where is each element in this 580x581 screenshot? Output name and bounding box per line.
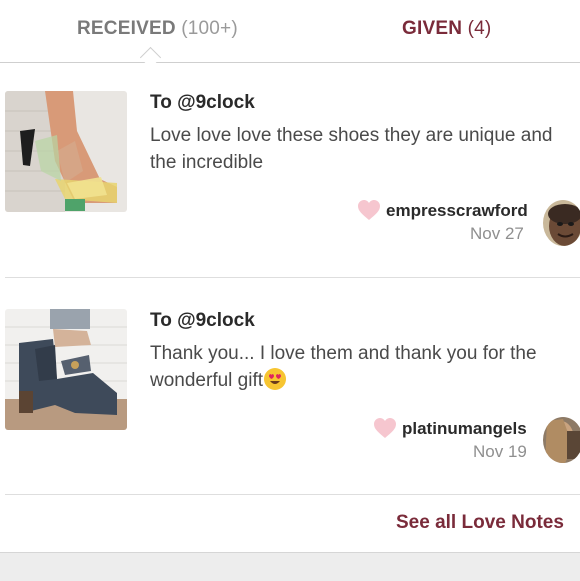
heart-icon bbox=[374, 418, 396, 438]
note-date: Nov 19 bbox=[473, 442, 527, 461]
note-message-text: Thank you... I love them and thank you f… bbox=[150, 343, 537, 391]
tab-received[interactable]: RECEIVED (100+) bbox=[77, 18, 238, 40]
tab-received-label: RECEIVED bbox=[77, 18, 176, 39]
heart-icon bbox=[358, 200, 380, 220]
avatar[interactable] bbox=[543, 417, 580, 463]
listing-thumbnail[interactable] bbox=[5, 309, 127, 430]
tab-given[interactable]: GIVEN (4) bbox=[402, 18, 491, 40]
sender-username[interactable]: platinumangels bbox=[402, 419, 527, 439]
tab-received-count: (100+) bbox=[181, 18, 238, 39]
divider bbox=[5, 277, 580, 278]
see-all-love-notes-link[interactable]: See all Love Notes bbox=[396, 512, 564, 534]
bottom-bar bbox=[0, 552, 580, 581]
tab-given-count: (4) bbox=[467, 18, 492, 39]
love-note: To @9clock Thank you... I love them and … bbox=[0, 280, 580, 496]
love-note: To @9clock Love love love these shoes th… bbox=[0, 62, 580, 278]
sender-username[interactable]: empresscrawford bbox=[386, 201, 528, 221]
recipient[interactable]: To @9clock bbox=[150, 310, 255, 332]
recipient[interactable]: To @9clock bbox=[150, 92, 255, 114]
listing-thumbnail[interactable] bbox=[5, 91, 127, 212]
tab-given-label: GIVEN bbox=[402, 18, 463, 39]
divider bbox=[5, 494, 580, 495]
heart-eyes-emoji-icon bbox=[264, 368, 287, 390]
avatar[interactable] bbox=[543, 200, 580, 246]
note-date: Nov 27 bbox=[470, 224, 524, 243]
note-message: Thank you... I love them and thank you f… bbox=[150, 340, 580, 394]
love-notes-tabs: RECEIVED (100+) GIVEN (4) bbox=[0, 0, 580, 69]
note-message: Love love love these shoes they are uniq… bbox=[150, 125, 553, 173]
